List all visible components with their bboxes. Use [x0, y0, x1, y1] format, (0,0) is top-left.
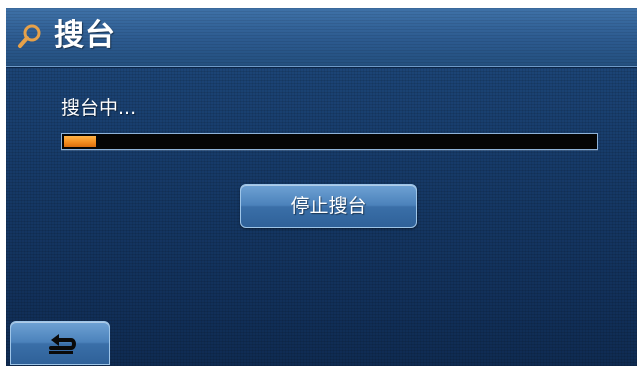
title-bar: 搜台 [6, 8, 637, 67]
page-title: 搜台 [54, 18, 116, 53]
status-text: 搜台中... [61, 97, 137, 119]
progress-fill [64, 136, 96, 147]
stop-search-button[interactable]: 停止搜台 [240, 184, 417, 228]
back-button[interactable] [10, 321, 110, 365]
search-icon [16, 22, 44, 50]
progress-bar [61, 133, 598, 150]
back-arrow-icon [44, 332, 78, 356]
search-screen: 搜台 搜台中... 停止搜台 [6, 8, 637, 366]
